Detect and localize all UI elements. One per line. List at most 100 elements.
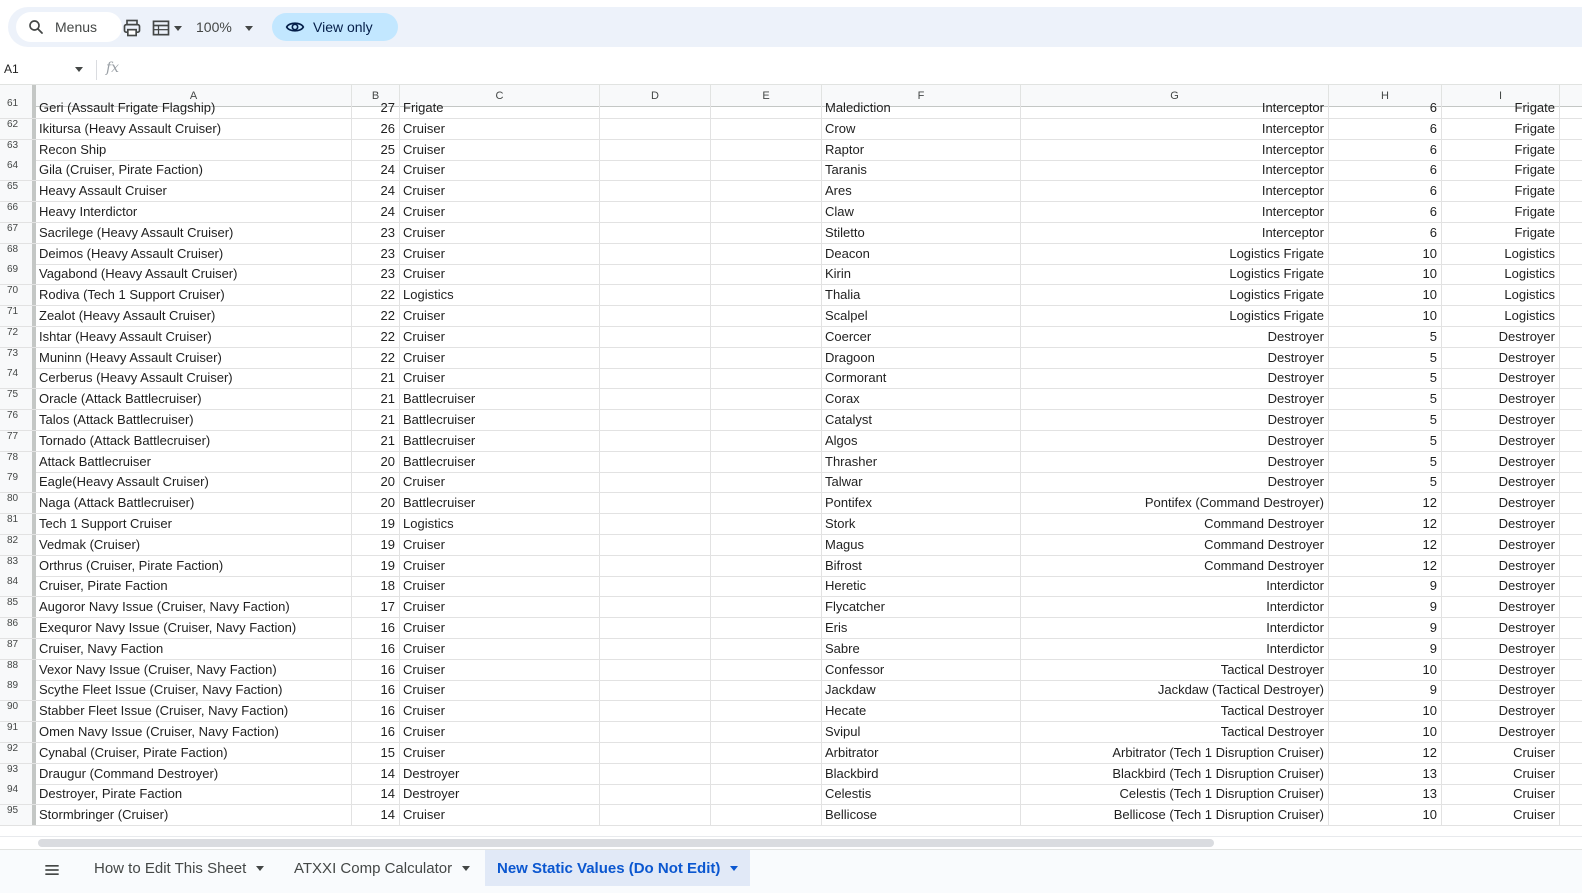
cell-i[interactable]: Destroyer (1442, 638, 1560, 659)
cell-f[interactable]: Crow (822, 118, 1021, 139)
cell-b[interactable]: 14 (352, 763, 400, 784)
cell-g[interactable]: Logistics Frigate (1021, 285, 1329, 306)
cell-f[interactable]: Dragoon (822, 347, 1021, 368)
cell-c[interactable]: Battlecruiser (400, 410, 600, 430)
cell-h[interactable]: 5 (1329, 430, 1442, 451)
row-number[interactable]: 79 (0, 472, 36, 493)
cell-g[interactable]: Arbitrator (Tech 1 Disruption Cruiser) (1021, 742, 1329, 763)
cell-h[interactable]: 9 (1329, 638, 1442, 659)
cell-a[interactable]: Stabber Fleet Issue (Cruiser, Navy Facti… (36, 701, 352, 722)
cell-h[interactable]: 10 (1329, 722, 1442, 742)
cell-a[interactable]: Rodiva (Tech 1 Support Cruiser) (36, 285, 352, 306)
cell-i[interactable]: Destroyer (1442, 534, 1560, 555)
cell-g[interactable]: Command Destroyer (1021, 555, 1329, 576)
cell-g[interactable]: Interceptor (1021, 181, 1329, 202)
cell-i[interactable]: Destroyer (1442, 722, 1560, 742)
cell-g[interactable]: Destroyer (1021, 368, 1329, 389)
cell-g[interactable]: Command Destroyer (1021, 534, 1329, 555)
cell-d[interactable] (600, 597, 711, 618)
cell-g[interactable]: Interceptor (1021, 160, 1329, 181)
cell-g[interactable]: Interceptor (1021, 202, 1329, 222)
cell-i[interactable]: Destroyer (1442, 451, 1560, 472)
cell-b[interactable]: 24 (352, 181, 400, 202)
cell-b[interactable]: 22 (352, 285, 400, 306)
cell-b[interactable]: 16 (352, 659, 400, 680)
cell-f[interactable]: Pontifex (822, 493, 1021, 514)
cell-a[interactable]: Deimos (Heavy Assault Cruiser) (36, 243, 352, 264)
row-number[interactable]: 62 (0, 118, 36, 139)
cell-i[interactable]: Destroyer (1442, 368, 1560, 389)
cell-h[interactable]: 12 (1329, 493, 1442, 514)
cell-e[interactable] (711, 722, 822, 742)
cell-c[interactable]: Cruiser (400, 722, 600, 742)
cell-h[interactable]: 6 (1329, 202, 1442, 222)
cell-f[interactable]: Ares (822, 181, 1021, 202)
cell-f[interactable]: Claw (822, 202, 1021, 222)
cell-i[interactable]: Cruiser (1442, 763, 1560, 784)
horizontal-scrollbar[interactable] (0, 836, 1582, 849)
cell-d[interactable] (600, 680, 711, 701)
cell-c[interactable]: Cruiser (400, 264, 600, 285)
cell-i[interactable]: Destroyer (1442, 410, 1560, 430)
chevron-down-icon[interactable] (730, 865, 739, 871)
cell-i[interactable]: Destroyer (1442, 618, 1560, 638)
cell-c[interactable]: Cruiser (400, 618, 600, 638)
cell-g[interactable]: Interceptor (1021, 222, 1329, 243)
cell-a[interactable]: Oracle (Attack Battlecruiser) (36, 389, 352, 410)
cell-f[interactable]: Stiletto (822, 222, 1021, 243)
cell-h[interactable]: 9 (1329, 618, 1442, 638)
row-number[interactable]: 84 (0, 576, 36, 597)
cell-f[interactable]: Coercer (822, 326, 1021, 347)
cell-d[interactable] (600, 618, 711, 638)
cell-g[interactable]: Interceptor (1021, 98, 1329, 118)
cell-c[interactable]: Battlecruiser (400, 493, 600, 514)
cell-e[interactable] (711, 139, 822, 160)
cell-a[interactable]: Cerberus (Heavy Assault Cruiser) (36, 368, 352, 389)
cell-d[interactable] (600, 701, 711, 722)
cell-i[interactable]: Destroyer (1442, 680, 1560, 701)
cell-e[interactable] (711, 805, 822, 826)
cell-i[interactable]: Frigate (1442, 118, 1560, 139)
cell-f[interactable]: Flycatcher (822, 597, 1021, 618)
cell-i[interactable]: Frigate (1442, 160, 1560, 181)
cell-b[interactable]: 22 (352, 326, 400, 347)
cell-i[interactable]: Destroyer (1442, 659, 1560, 680)
cell-c[interactable]: Cruiser (400, 742, 600, 763)
cell-c[interactable]: Cruiser (400, 326, 600, 347)
name-box-dropdown-caret[interactable] (75, 67, 83, 72)
cell-g[interactable]: Destroyer (1021, 472, 1329, 493)
row-number[interactable]: 76 (0, 410, 36, 430)
cell-f[interactable]: Arbitrator (822, 742, 1021, 763)
cell-g[interactable]: Command Destroyer (1021, 514, 1329, 534)
menus-search-button[interactable]: Menus (16, 12, 122, 42)
cell-e[interactable] (711, 742, 822, 763)
cell-b[interactable]: 16 (352, 618, 400, 638)
cell-e[interactable] (711, 160, 822, 181)
cell-i[interactable]: Destroyer (1442, 555, 1560, 576)
cell-i[interactable]: Destroyer (1442, 597, 1560, 618)
cell-g[interactable]: Logistics Frigate (1021, 264, 1329, 285)
cell-i[interactable]: Frigate (1442, 139, 1560, 160)
cell-g[interactable]: Logistics Frigate (1021, 243, 1329, 264)
cell-d[interactable] (600, 326, 711, 347)
print-icon[interactable] (122, 18, 142, 38)
cell-g[interactable]: Pontifex (Command Destroyer) (1021, 493, 1329, 514)
row-number[interactable]: 88 (0, 659, 36, 680)
cell-b[interactable]: 14 (352, 784, 400, 805)
cell-b[interactable]: 26 (352, 118, 400, 139)
table-format-icon[interactable] (151, 18, 171, 38)
row-number[interactable]: 74 (0, 368, 36, 389)
row-number[interactable]: 83 (0, 555, 36, 576)
cell-a[interactable]: Muninn (Heavy Assault Cruiser) (36, 347, 352, 368)
cell-h[interactable]: 13 (1329, 763, 1442, 784)
cell-a[interactable]: Recon Ship (36, 139, 352, 160)
row-number[interactable]: 81 (0, 514, 36, 534)
cell-a[interactable]: Tech 1 Support Cruiser (36, 514, 352, 534)
cell-d[interactable] (600, 98, 711, 118)
cell-d[interactable] (600, 368, 711, 389)
cell-c[interactable]: Cruiser (400, 160, 600, 181)
cell-a[interactable]: Scythe Fleet Issue (Cruiser, Navy Factio… (36, 680, 352, 701)
cell-d[interactable] (600, 347, 711, 368)
cell-h[interactable]: 6 (1329, 160, 1442, 181)
cell-a[interactable]: Tornado (Attack Battlecruiser) (36, 430, 352, 451)
